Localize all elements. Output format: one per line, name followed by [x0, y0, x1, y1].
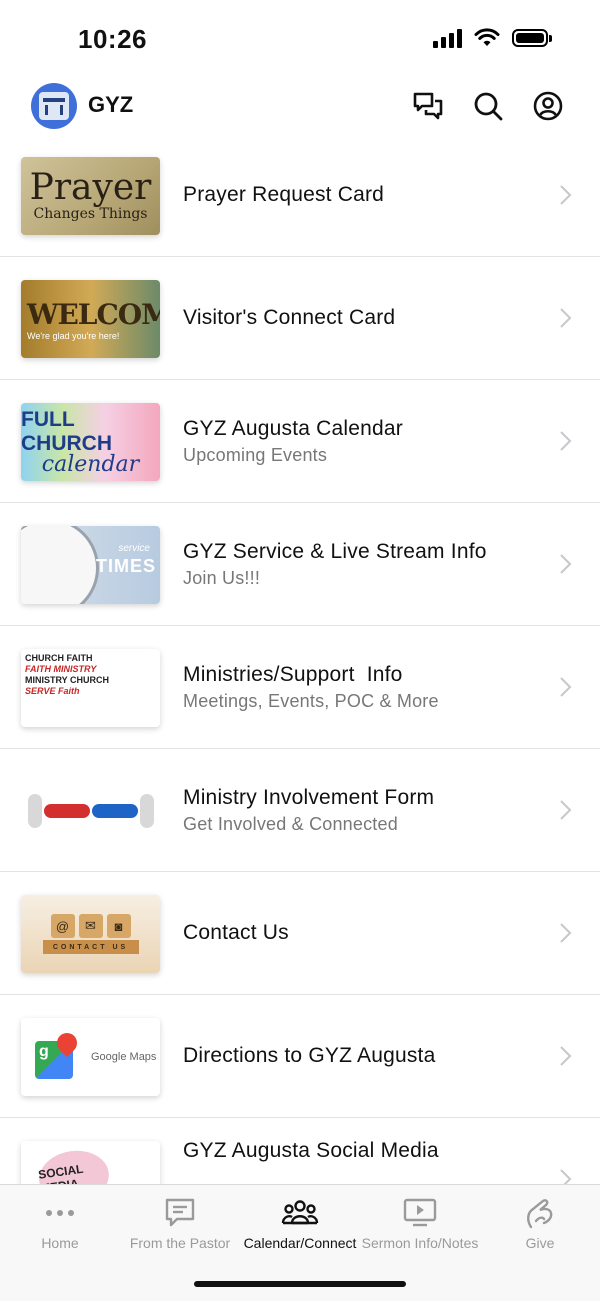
item-title: Ministry Involvement Form — [183, 785, 435, 809]
chevron-right-icon — [560, 554, 572, 574]
item-title: Contact Us — [183, 921, 289, 944]
wifi-icon — [474, 28, 500, 46]
list-item-visitor-card[interactable]: WELCOME We're glad you're here! Visitor'… — [0, 257, 600, 380]
chat-icon[interactable] — [412, 90, 444, 122]
list-item-involvement-form[interactable]: Ministry Involvement Form Get Involved &… — [0, 749, 600, 872]
tab-home[interactable]: Home — [0, 1195, 120, 1251]
item-title: GYZ Augusta Social Media — [183, 1139, 439, 1162]
item-subtitle: Join Us!!! — [183, 567, 261, 588]
home-indicator — [194, 1281, 406, 1287]
tab-give[interactable]: Give — [480, 1195, 600, 1251]
google-maps-icon: g — [35, 1028, 85, 1079]
status-bar: 10:26 — [0, 0, 600, 80]
profile-icon[interactable] — [532, 90, 564, 122]
tab-label: Home — [41, 1235, 79, 1251]
app-title: GYZ — [88, 92, 134, 117]
search-icon[interactable] — [472, 90, 504, 122]
thumbnail-big-text: FULL CHURCH — [21, 407, 112, 455]
church-logo[interactable] — [31, 83, 77, 129]
chevron-right-icon — [560, 800, 572, 820]
calendar-thumbnail: FULL CHURCH calendar — [21, 403, 160, 481]
status-icons — [433, 28, 552, 48]
chevron-right-icon — [560, 185, 572, 205]
chevron-right-icon — [560, 308, 572, 328]
thumbnail-big-text: CONTACT US — [42, 940, 139, 954]
tab-calendar-connect[interactable]: Calendar/Connect — [240, 1195, 360, 1251]
item-title: Prayer Request Card — [183, 183, 385, 206]
thumbnail-line: FAITH MINISTRY — [25, 664, 97, 674]
more-dots-icon — [46, 1210, 74, 1216]
contact-thumbnail: @ ✉ ◙ CONTACT US — [21, 895, 160, 973]
chevron-right-icon — [560, 431, 572, 451]
give-hand-icon — [527, 1199, 553, 1229]
thumbnail-small-text: service — [118, 543, 150, 554]
ministries-thumbnail: CHURCH FAITH FAITH MINISTRY MINISTRY CHU… — [21, 649, 160, 727]
item-title: Ministries/Support Info — [183, 662, 403, 686]
item-subtitle: Upcoming Events — [183, 444, 328, 465]
people-icon — [281, 1200, 319, 1225]
camera-icon: ◙ — [106, 914, 131, 938]
list-item-service-info[interactable]: TIMES service GYZ Service & Live Stream … — [0, 503, 600, 626]
tab-sermon-info[interactable]: Sermon Info/Notes — [360, 1195, 480, 1251]
thumbnail-small-text: We're glad you're here! — [27, 330, 120, 341]
content-list: Prayer Changes Things Prayer Request Car… — [0, 134, 600, 1241]
thumbnail-big-text: TIMES — [95, 556, 156, 576]
chevron-right-icon — [560, 677, 572, 697]
thumbnail-big-text: Prayer — [29, 167, 152, 208]
tab-label: Sermon Info/Notes — [361, 1235, 479, 1251]
header-actions — [412, 90, 564, 122]
chevron-right-icon — [560, 1046, 572, 1066]
clock-icon — [21, 526, 99, 604]
thumbnail-line: SERVE Faith — [25, 686, 80, 696]
plug-connect-thumbnail — [21, 772, 160, 850]
list-item-calendar[interactable]: FULL CHURCH calendar GYZ Augusta Calenda… — [0, 380, 600, 503]
envelope-icon: ✉ — [78, 914, 103, 938]
chevron-right-icon — [560, 923, 572, 943]
thumbnail-small-text: calendar — [41, 451, 140, 477]
cellular-signal-icon — [433, 28, 462, 48]
tab-label: Give — [525, 1235, 555, 1251]
list-item-contact-us[interactable]: @ ✉ ◙ CONTACT US Contact Us — [0, 872, 600, 995]
thumbnail-line: CHURCH FAITH — [25, 653, 93, 663]
tab-label: From the Pastor — [129, 1235, 231, 1251]
prayer-thumbnail: Prayer Changes Things — [21, 157, 160, 235]
thumbnail-line: MINISTRY CHURCH — [25, 675, 110, 685]
tab-label: Calendar/Connect — [243, 1235, 357, 1251]
list-item-ministries[interactable]: CHURCH FAITH FAITH MINISTRY MINISTRY CHU… — [0, 626, 600, 749]
thumbnail-big-text: WELCOME — [27, 297, 160, 331]
item-subtitle: Meetings, Events, POC & More — [183, 690, 439, 711]
thumbnail-big-text: Google Maps — [91, 1051, 157, 1063]
message-icon — [165, 1198, 195, 1227]
item-title: GYZ Augusta Calendar — [183, 416, 403, 440]
item-title: Directions to GYZ Augusta — [183, 1044, 436, 1067]
item-title: Visitor's Connect Card — [183, 306, 396, 329]
monitor-play-icon — [403, 1198, 437, 1227]
thumbnail-small-text: Changes Things — [33, 206, 148, 222]
google-maps-thumbnail: g Google Maps — [21, 1018, 160, 1096]
tab-from-the-pastor[interactable]: From the Pastor — [120, 1195, 240, 1251]
welcome-thumbnail: WELCOME We're glad you're here! — [21, 280, 160, 358]
item-title: GYZ Service & Live Stream Info — [183, 539, 487, 563]
list-item-prayer-request[interactable]: Prayer Changes Things Prayer Request Car… — [0, 134, 600, 257]
item-subtitle: Get Involved & Connected — [183, 813, 398, 834]
service-times-thumbnail: TIMES service — [21, 526, 160, 604]
app-header: GYZ — [0, 80, 600, 134]
at-sign-icon: @ — [50, 914, 75, 938]
list-item-directions[interactable]: g Google Maps Directions to GYZ Augusta — [0, 995, 600, 1118]
battery-icon — [512, 29, 552, 47]
status-time: 10:26 — [78, 24, 147, 54]
